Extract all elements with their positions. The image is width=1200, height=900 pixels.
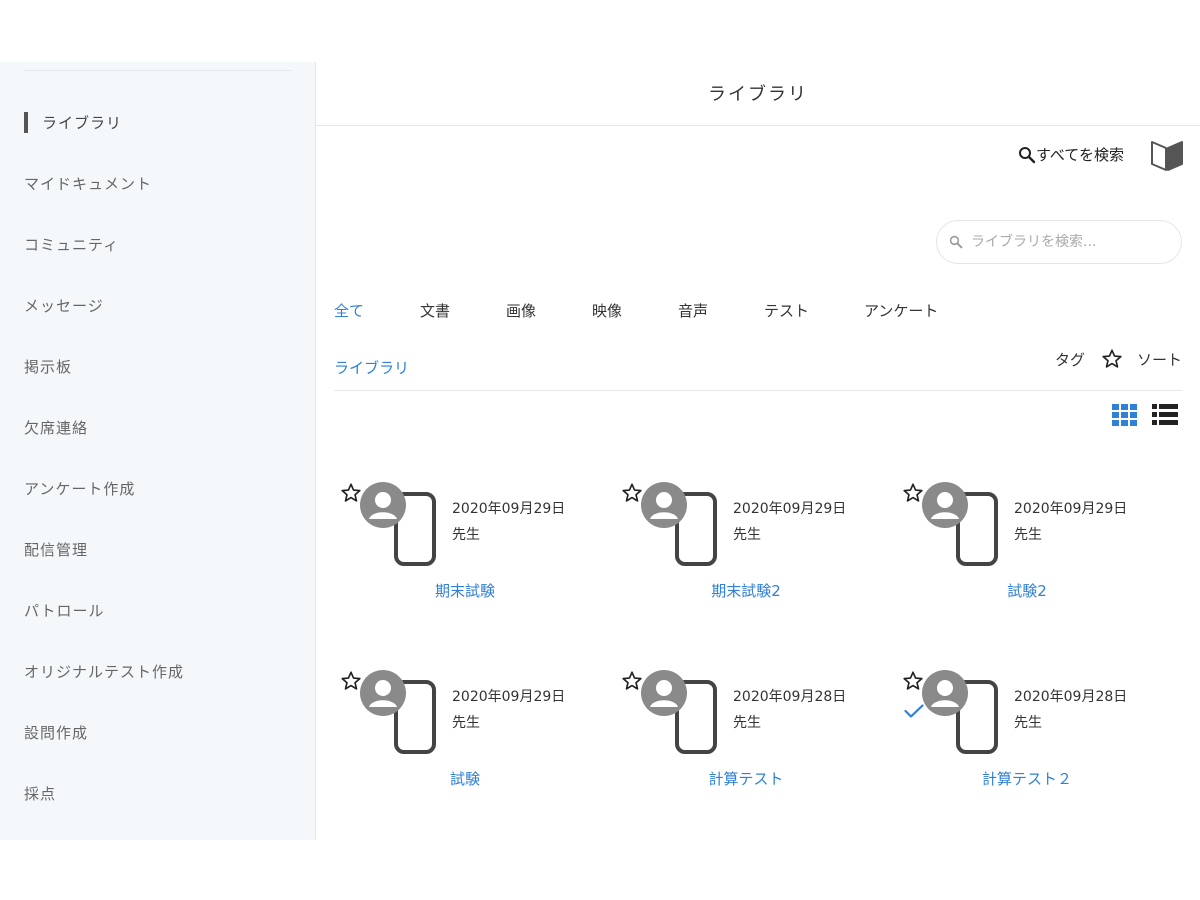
- filter-tools: タグ ソート: [1055, 348, 1182, 370]
- document-avatar-icon[interactable]: [920, 670, 1018, 754]
- grid-view-icon[interactable]: [1112, 404, 1138, 426]
- tab-documents[interactable]: 文書: [420, 300, 450, 321]
- library-item: 2020年09月29日 先生 期末試験: [340, 482, 600, 612]
- library-item: 2020年09月29日 先生 試験: [340, 670, 600, 800]
- item-date: 2020年09月29日: [452, 689, 566, 705]
- breadcrumb[interactable]: ライブラリ: [334, 357, 409, 378]
- sidebar-item-bulletin-board[interactable]: 掲示板: [24, 356, 72, 377]
- sidebar-item-library[interactable]: ライブラリ: [24, 112, 122, 133]
- tab-all[interactable]: 全て: [334, 300, 364, 321]
- sidebar-item-my-documents[interactable]: マイドキュメント: [24, 173, 152, 194]
- library-item: 2020年09月29日 先生 試験2: [902, 482, 1162, 612]
- toolbar-divider: [334, 390, 1182, 391]
- item-author: 先生: [1014, 715, 1042, 731]
- item-author: 先生: [733, 527, 761, 543]
- item-title-link[interactable]: 期末試験: [340, 580, 590, 601]
- sort-button[interactable]: ソート: [1137, 349, 1182, 370]
- tab-audio[interactable]: 音声: [678, 300, 708, 321]
- sidebar-item-absence-notice[interactable]: 欠席連絡: [24, 417, 88, 438]
- sidebar-item-delivery-management[interactable]: 配信管理: [24, 539, 88, 560]
- item-title-link[interactable]: 試験: [340, 768, 590, 789]
- document-avatar-icon[interactable]: [358, 670, 456, 754]
- beginner-book-icon[interactable]: [1150, 136, 1184, 172]
- sidebar-item-question-create[interactable]: 設問作成: [24, 722, 88, 743]
- item-date: 2020年09月28日: [733, 689, 847, 705]
- star-filter-icon[interactable]: [1101, 348, 1123, 370]
- library-item: 2020年09月28日 先生 計算テスト: [621, 670, 881, 800]
- sidebar-item-community[interactable]: コミュニティ: [24, 234, 119, 255]
- library-item: 2020年09月28日 先生 計算テスト２: [902, 670, 1162, 800]
- item-author: 先生: [1014, 527, 1042, 543]
- page-title: ライブラリ: [708, 84, 808, 105]
- sidebar-item-original-test-create[interactable]: オリジナルテスト作成: [24, 661, 184, 682]
- document-avatar-icon[interactable]: [639, 482, 737, 566]
- library-item: 2020年09月29日 先生 期末試験2: [621, 482, 881, 612]
- search-all-label: すべてを検索: [1035, 146, 1124, 164]
- item-date: 2020年09月29日: [1014, 501, 1128, 517]
- item-title-link[interactable]: 計算テスト: [621, 768, 871, 789]
- document-avatar-icon[interactable]: [920, 482, 1018, 566]
- tab-surveys[interactable]: アンケート: [864, 300, 938, 321]
- tab-videos[interactable]: 映像: [592, 300, 622, 321]
- sidebar-item-survey-create[interactable]: アンケート作成: [24, 478, 135, 499]
- sidebar-item-patrol[interactable]: パトロール: [24, 600, 104, 621]
- sidebar-divider: [24, 70, 292, 71]
- sidebar: ライブラリ マイドキュメント コミュニティ メッセージ 掲示板 欠席連絡 アンケ…: [0, 62, 316, 840]
- sidebar-item-messages[interactable]: メッセージ: [24, 295, 104, 316]
- tab-tests[interactable]: テスト: [764, 300, 809, 321]
- item-date: 2020年09月29日: [733, 501, 847, 517]
- search-icon: [949, 235, 963, 249]
- sidebar-item-grading[interactable]: 採点: [24, 783, 56, 804]
- library-search: [936, 220, 1182, 264]
- item-author: 先生: [452, 527, 480, 543]
- item-date: 2020年09月28日: [1014, 689, 1128, 705]
- document-avatar-icon[interactable]: [639, 670, 737, 754]
- header-divider: [316, 125, 1200, 126]
- item-title-link[interactable]: 試験2: [902, 580, 1152, 601]
- tab-images[interactable]: 画像: [506, 300, 536, 321]
- item-author: 先生: [452, 715, 480, 731]
- document-avatar-icon[interactable]: [358, 482, 456, 566]
- search-icon: [1018, 146, 1036, 163]
- item-date: 2020年09月29日: [452, 501, 566, 517]
- library-search-input[interactable]: [969, 233, 1173, 251]
- tag-filter-button[interactable]: タグ: [1055, 349, 1085, 370]
- search-all-button[interactable]: すべてを検索: [1018, 144, 1124, 165]
- main-content: ライブラリ すべてを検索 全て 文書 画像 映像 音声 テスト アンケート ライ…: [316, 62, 1200, 840]
- item-author: 先生: [733, 715, 761, 731]
- item-title-link[interactable]: 計算テスト２: [902, 768, 1152, 789]
- item-title-link[interactable]: 期末試験2: [621, 580, 871, 601]
- list-view-icon[interactable]: [1152, 404, 1178, 426]
